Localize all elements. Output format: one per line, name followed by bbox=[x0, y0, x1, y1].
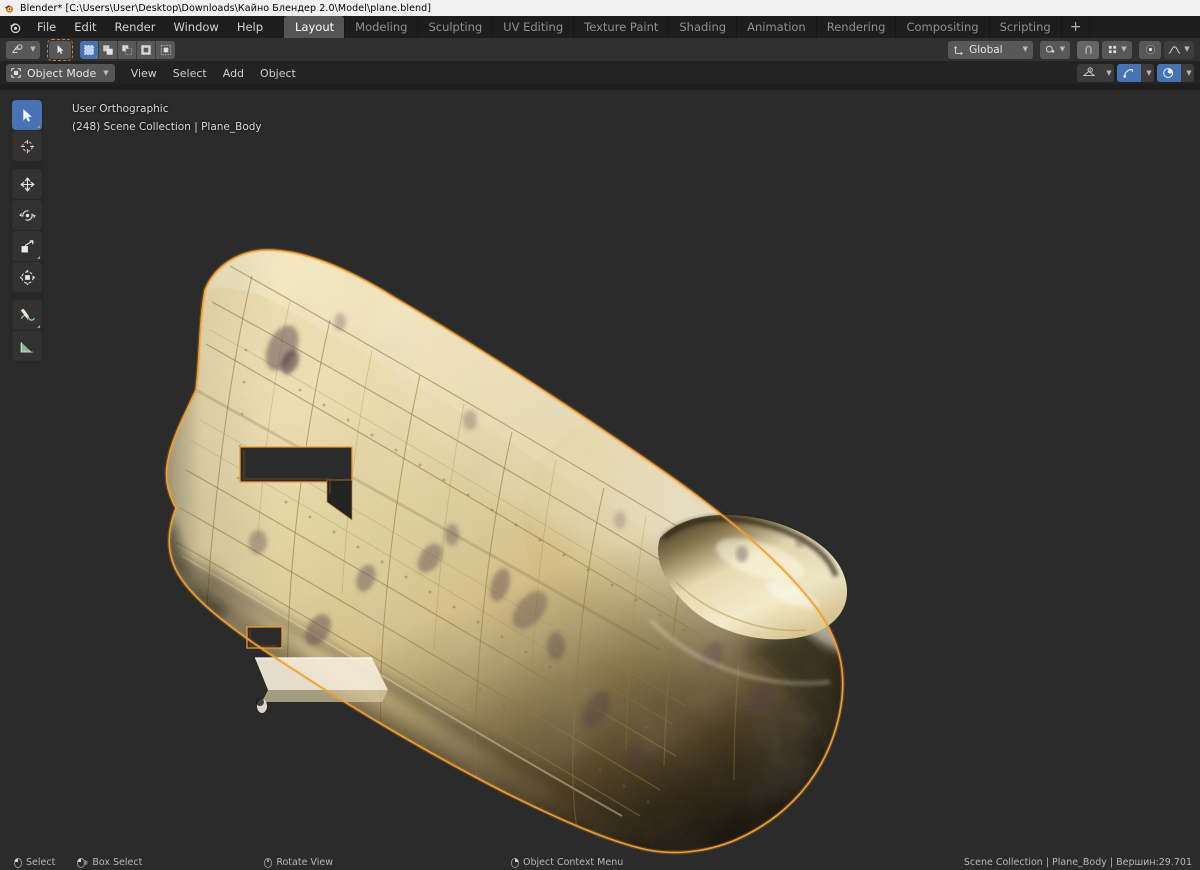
blender-window: Blender* [C:\Users\User\Desktop\Download… bbox=[0, 0, 1200, 870]
status-hint-box-select: Box Select bbox=[77, 857, 142, 868]
blender-logo-icon bbox=[4, 3, 15, 14]
menu-help[interactable]: Help bbox=[228, 16, 272, 38]
interaction-mode-label: Object Mode bbox=[27, 66, 97, 80]
overlays-sphere-icon[interactable] bbox=[1157, 64, 1181, 82]
viewport-header: Object Mode ▼ View Select Add Object ▼ ▼… bbox=[0, 62, 1200, 84]
visibility-filter-dropdown[interactable]: ▼ bbox=[1101, 64, 1114, 82]
tab-layout[interactable]: Layout bbox=[284, 16, 345, 38]
scale-tool[interactable] bbox=[12, 231, 42, 261]
mouse-middle-icon bbox=[264, 857, 273, 868]
rotate-tool[interactable] bbox=[12, 200, 42, 230]
proportional-editing-toggle[interactable] bbox=[1139, 40, 1161, 59]
transform-tool[interactable] bbox=[12, 262, 42, 292]
scale-icon bbox=[21, 239, 34, 252]
viewport-toolbar bbox=[10, 98, 44, 363]
select-subtract-button[interactable] bbox=[118, 40, 137, 59]
eye-filter-icon[interactable] bbox=[1077, 64, 1101, 82]
snap-to-dropdown[interactable]: ▼ bbox=[1102, 40, 1132, 59]
tab-animation[interactable]: Animation bbox=[736, 16, 816, 38]
transform-orientation-label: Global bbox=[969, 43, 1003, 56]
add-workspace-button[interactable]: + bbox=[1060, 16, 1091, 38]
gizmo-dropdown[interactable]: ▼ bbox=[1141, 64, 1154, 82]
gizmo-toggle: ▼ bbox=[1117, 64, 1154, 82]
tweak-tool[interactable] bbox=[12, 100, 42, 130]
3d-cursor-icon bbox=[20, 139, 34, 153]
status-hint-box-select-label: Box Select bbox=[92, 857, 143, 868]
tool-submenu-indicator bbox=[37, 256, 40, 259]
gizmo-icon[interactable] bbox=[1117, 64, 1141, 82]
tab-compositing[interactable]: Compositing bbox=[895, 16, 988, 38]
mouse-right-icon bbox=[511, 857, 519, 868]
viewport-menu-select[interactable]: Select bbox=[165, 64, 215, 82]
status-hint-rotate-view: Rotate View bbox=[264, 857, 333, 868]
menu-window[interactable]: Window bbox=[164, 16, 227, 38]
viewport-menu-view[interactable]: View bbox=[123, 64, 165, 82]
snap-magnet-toggle[interactable] bbox=[1077, 40, 1099, 59]
mouse-left-icon bbox=[14, 857, 22, 868]
mouse-left-drag-icon bbox=[77, 857, 88, 868]
tab-uv-editing[interactable]: UV Editing bbox=[492, 16, 573, 38]
cursor-arrow-icon bbox=[22, 108, 32, 122]
workspace-tabs: Layout Modeling Sculpting UV Editing Tex… bbox=[284, 16, 1091, 38]
select-set-button[interactable] bbox=[80, 40, 99, 59]
tweak-tool-button[interactable] bbox=[47, 38, 73, 61]
interaction-mode-dropdown[interactable]: Object Mode ▼ bbox=[6, 64, 115, 82]
status-hint-select: Select bbox=[14, 857, 55, 868]
menu-edit[interactable]: Edit bbox=[65, 16, 105, 38]
overlays-toggle: ▼ bbox=[1157, 64, 1194, 82]
active-tool-button[interactable]: ▼ bbox=[6, 40, 40, 59]
menu-render[interactable]: Render bbox=[106, 16, 165, 38]
annotate-pencil-icon bbox=[20, 308, 35, 321]
move-tool[interactable] bbox=[12, 169, 42, 199]
status-hint-rotate-view-label: Rotate View bbox=[276, 857, 333, 868]
status-hint-context-menu: Object Context Menu bbox=[511, 857, 623, 868]
status-hint-select-label: Select bbox=[26, 857, 56, 868]
tab-modeling[interactable]: Modeling bbox=[344, 16, 417, 38]
window-title-text: Blender* [C:\Users\User\Desktop\Download… bbox=[20, 2, 432, 14]
pivot-point-button[interactable]: ▼ bbox=[1040, 40, 1070, 59]
status-bar: Select Box Select Rotate View Object Con… bbox=[0, 855, 1200, 870]
tool-submenu-indicator bbox=[37, 325, 40, 328]
top-bar: File Edit Render Window Help Layout Mode… bbox=[0, 16, 1200, 38]
select-mode-group bbox=[80, 40, 175, 59]
viewport-menu-add[interactable]: Add bbox=[215, 64, 252, 82]
blender-menu-icon[interactable] bbox=[2, 16, 28, 38]
3d-viewport[interactable]: User Orthographic (248) Scene Collection… bbox=[0, 90, 1200, 855]
visibility-filter-toggle: ▼ bbox=[1077, 64, 1114, 82]
measure-ruler-icon bbox=[20, 341, 33, 353]
tab-texture-paint[interactable]: Texture Paint bbox=[573, 16, 668, 38]
select-invert-button[interactable] bbox=[137, 40, 156, 59]
window-title-bar: Blender* [C:\Users\User\Desktop\Download… bbox=[0, 0, 1200, 16]
viewport-render bbox=[0, 90, 1200, 855]
tool-settings-bar: ▼ Global ▼ ▼ ▼ ▼ bbox=[0, 38, 1200, 62]
select-intersect-button[interactable] bbox=[156, 40, 175, 59]
menu-file[interactable]: File bbox=[28, 16, 65, 38]
annotate-tool[interactable] bbox=[12, 300, 42, 330]
measure-tool[interactable] bbox=[12, 331, 42, 361]
select-extend-button[interactable] bbox=[99, 40, 118, 59]
cursor-tool[interactable] bbox=[12, 131, 42, 161]
tool-submenu-indicator bbox=[37, 125, 40, 128]
transform-icon bbox=[19, 269, 35, 285]
tab-shading[interactable]: Shading bbox=[668, 16, 736, 38]
rotate-icon bbox=[18, 209, 36, 221]
status-hint-context-menu-label: Object Context Menu bbox=[522, 857, 624, 868]
tab-rendering[interactable]: Rendering bbox=[815, 16, 896, 38]
proportional-falloff-dropdown[interactable]: ▼ bbox=[1164, 40, 1194, 59]
object-mode-icon bbox=[11, 68, 21, 78]
tab-sculpting[interactable]: Sculpting bbox=[417, 16, 492, 38]
tab-scripting[interactable]: Scripting bbox=[988, 16, 1061, 38]
overlays-dropdown[interactable]: ▼ bbox=[1181, 64, 1194, 82]
transform-orientation-dropdown[interactable]: Global ▼ bbox=[948, 40, 1033, 59]
viewport-menu-object[interactable]: Object bbox=[252, 64, 304, 82]
move-arrows-icon bbox=[19, 176, 35, 192]
scene-statistics-label: Scene Collection | Plane_Body | Вершин:2… bbox=[963, 857, 1192, 868]
